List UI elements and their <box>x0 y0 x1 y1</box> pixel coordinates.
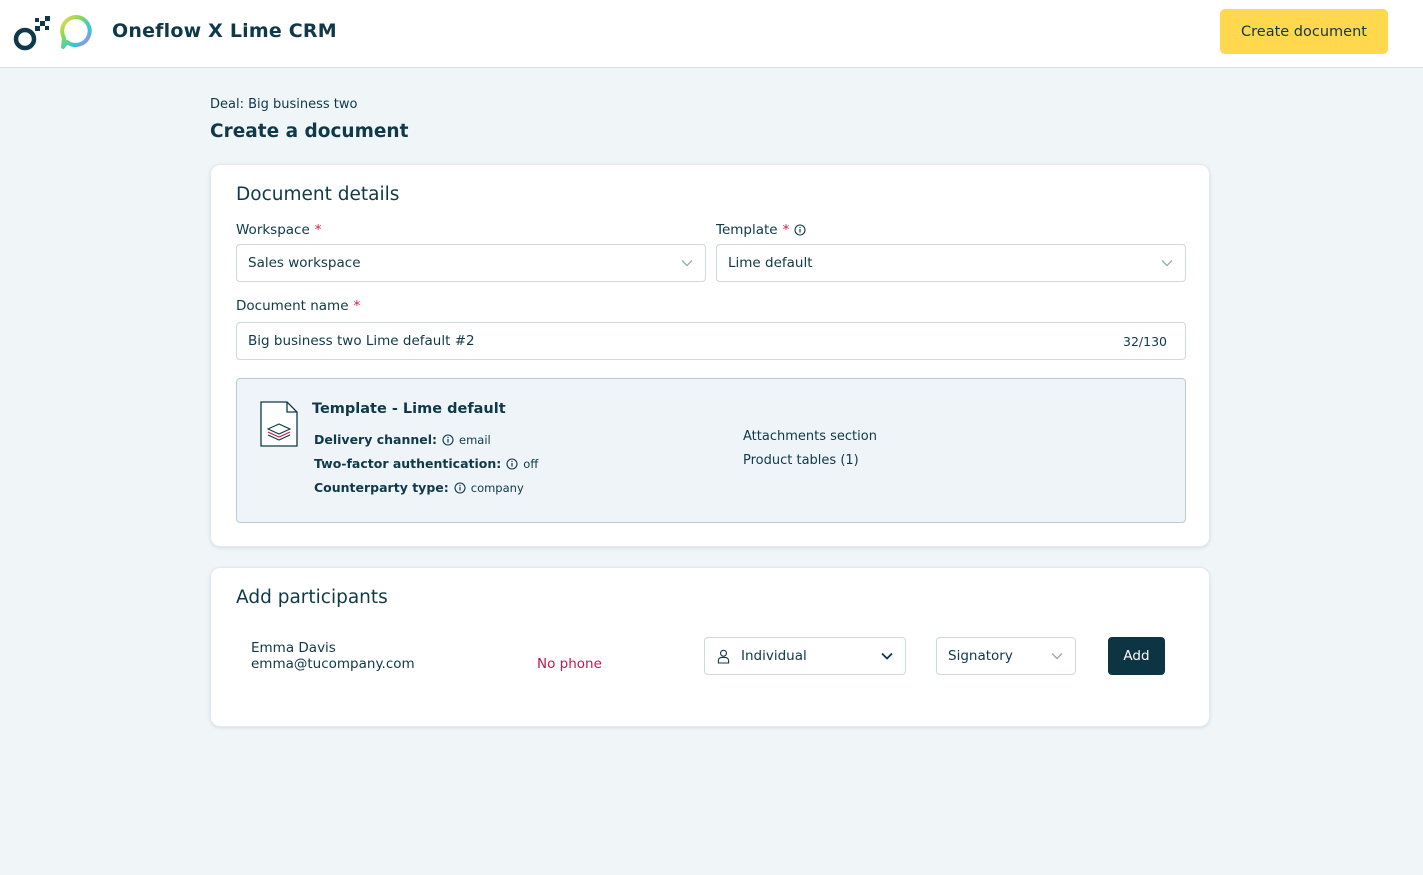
required-mark: * <box>314 222 322 238</box>
document-details-title: Document details <box>236 184 400 205</box>
product-tables-item: Product tables (1) <box>743 453 859 468</box>
participant-role-select[interactable]: Signatory <box>936 637 1076 675</box>
workspace-label: Workspace * <box>236 222 322 238</box>
lime-logo-icon <box>60 15 92 49</box>
participant-email: emma@tucompany.com <box>251 656 415 672</box>
template-info-box: Template - Lime default Delivery channel… <box>236 378 1186 523</box>
oneflow-logo-icon <box>13 16 50 51</box>
chevron-down-icon <box>881 652 893 660</box>
two-factor-row: Two-factor authentication: off <box>314 456 539 471</box>
template-label: Template * <box>716 222 806 238</box>
chevron-down-icon <box>1161 260 1173 267</box>
document-name-label: Document name * <box>236 298 361 314</box>
participant-type-select[interactable]: Individual <box>704 637 906 675</box>
app-title: Oneflow X Lime CRM <box>112 20 337 42</box>
required-mark: * <box>782 222 790 238</box>
person-icon <box>717 649 730 664</box>
participants-title: Add participants <box>236 587 388 608</box>
info-icon[interactable] <box>506 457 518 470</box>
add-participant-button[interactable]: Add <box>1108 637 1165 675</box>
app-header: Oneflow X Lime CRM Create document <box>0 0 1423 68</box>
workspace-select[interactable]: Sales workspace <box>236 244 706 282</box>
document-icon <box>260 401 298 447</box>
attachments-section-item: Attachments section <box>743 429 877 444</box>
template-info-title: Template - Lime default <box>312 401 506 417</box>
required-mark: * <box>353 298 361 314</box>
info-icon[interactable] <box>454 481 466 494</box>
participants-card: Add participants Emma Davis emma@tucompa… <box>210 567 1210 727</box>
participant-phone-status: No phone <box>537 656 602 672</box>
info-icon[interactable] <box>794 224 806 236</box>
counterparty-type-row: Counterparty type: company <box>314 480 524 495</box>
chevron-down-icon <box>681 260 693 267</box>
page-title: Create a document <box>210 121 409 142</box>
chevron-down-icon <box>1051 653 1063 660</box>
character-counter: 32/130 <box>1123 334 1167 349</box>
document-name-input[interactable] <box>236 322 1186 360</box>
deal-label: Deal: Big business two <box>210 97 358 112</box>
delivery-channel-row: Delivery channel: email <box>314 432 491 447</box>
template-select[interactable]: Lime default <box>716 244 1186 282</box>
create-document-button[interactable]: Create document <box>1220 9 1388 54</box>
participant-name: Emma Davis <box>251 640 336 656</box>
info-icon[interactable] <box>442 433 454 446</box>
document-details-card: Document details Workspace * Sales works… <box>210 164 1210 547</box>
